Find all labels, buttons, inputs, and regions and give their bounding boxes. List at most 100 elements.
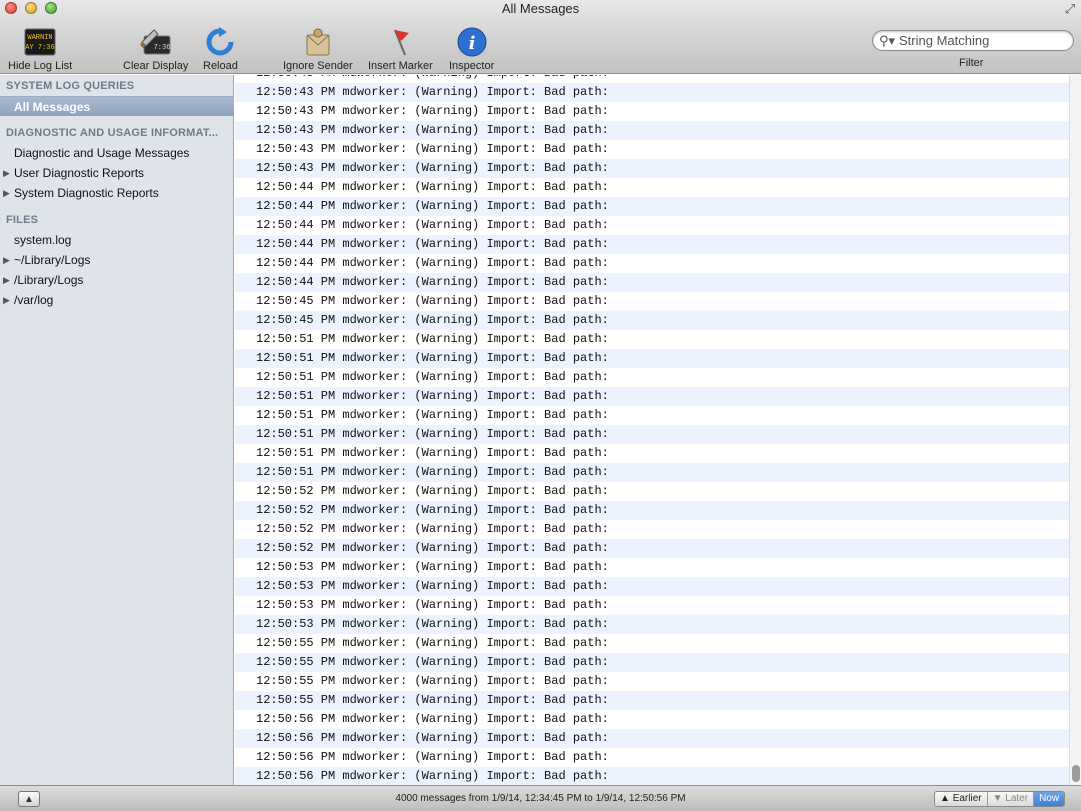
sidebar-item-var-log[interactable]: ▶ /var/log	[0, 290, 234, 310]
log-row[interactable]: 12:50:53 PM mdworker: (Warning) Import: …	[235, 558, 1069, 577]
disclosure-triangle-icon[interactable]: ▶	[3, 250, 10, 270]
log-row[interactable]: 12:50:43 PM mdworker: (Warning) Import: …	[235, 121, 1069, 140]
info-icon: i	[456, 26, 488, 58]
sidebar-item-label: /var/log	[14, 293, 54, 307]
log-row[interactable]: 12:50:55 PM mdworker: (Warning) Import: …	[235, 634, 1069, 653]
sidebar-item-label: System Diagnostic Reports	[14, 186, 159, 200]
console-warning-icon: WARNIN AY 7:36	[24, 26, 56, 58]
log-row[interactable]: 12:50:44 PM mdworker: (Warning) Import: …	[235, 197, 1069, 216]
hide-log-list-label: Hide Log List	[8, 60, 73, 72]
earlier-label: Earlier	[952, 793, 982, 804]
log-row[interactable]: 12:50:56 PM mdworker: (Warning) Import: …	[235, 748, 1069, 767]
log-message-list[interactable]: 12:50:43 PM mdworker: (Warning) Import: …	[235, 75, 1069, 785]
time-navigation: ▲ Earlier ▼ Later Now	[934, 791, 1066, 807]
disclosure-triangle-icon[interactable]: ▶	[3, 290, 10, 310]
log-row[interactable]: 12:50:51 PM mdworker: (Warning) Import: …	[235, 425, 1069, 444]
disclosure-triangle-icon[interactable]: ▶	[3, 183, 10, 203]
log-row[interactable]: 12:50:45 PM mdworker: (Warning) Import: …	[235, 292, 1069, 311]
sidebar-item-user-diagnostic-reports[interactable]: ▶ User Diagnostic Reports	[0, 163, 234, 183]
log-row[interactable]: 12:50:44 PM mdworker: (Warning) Import: …	[235, 178, 1069, 197]
sidebar-item-user-library-logs[interactable]: ▶ ~/Library/Logs	[0, 250, 234, 270]
log-row[interactable]: 12:50:53 PM mdworker: (Warning) Import: …	[235, 577, 1069, 596]
disclosure-triangle-icon[interactable]: ▶	[3, 270, 10, 290]
log-row[interactable]: 12:50:52 PM mdworker: (Warning) Import: …	[235, 539, 1069, 558]
clear-display-button[interactable]: 7:36 Clear Display	[123, 26, 188, 72]
status-bar: ▲ 4000 messages from 1/9/14, 12:34:45 PM…	[0, 785, 1081, 811]
log-row[interactable]: 12:50:44 PM mdworker: (Warning) Import: …	[235, 216, 1069, 235]
sidebar-item-label: system.log	[14, 233, 72, 247]
reload-button[interactable]: Reload	[203, 26, 238, 72]
warning-icon-text-bottom: AY 7:36	[25, 44, 54, 52]
section-header-queries: SYSTEM LOG QUERIES	[6, 80, 135, 92]
filter-label: Filter	[959, 57, 984, 69]
log-row[interactable]: 12:50:53 PM mdworker: (Warning) Import: …	[235, 615, 1069, 634]
sidebar-item-library-logs[interactable]: ▶ /Library/Logs	[0, 270, 234, 290]
log-row[interactable]: 12:50:56 PM mdworker: (Warning) Import: …	[235, 729, 1069, 748]
reload-icon	[204, 26, 236, 58]
earlier-button[interactable]: ▲ Earlier	[935, 792, 988, 806]
log-row[interactable]: 12:50:56 PM mdworker: (Warning) Import: …	[235, 767, 1069, 785]
toolbar: All Messages ⤢ WARNIN AY 7:36 Hide Log L…	[0, 0, 1081, 74]
log-row[interactable]: 12:50:55 PM mdworker: (Warning) Import: …	[235, 653, 1069, 672]
log-row[interactable]: 12:50:51 PM mdworker: (Warning) Import: …	[235, 330, 1069, 349]
disclosure-triangle-icon[interactable]: ▶	[3, 163, 10, 183]
log-row[interactable]: 12:50:52 PM mdworker: (Warning) Import: …	[235, 501, 1069, 520]
log-row[interactable]: 12:50:55 PM mdworker: (Warning) Import: …	[235, 691, 1069, 710]
clear-display-icon: 7:36	[139, 26, 172, 58]
log-row[interactable]: 12:50:51 PM mdworker: (Warning) Import: …	[235, 387, 1069, 406]
log-row[interactable]: 12:50:53 PM mdworker: (Warning) Import: …	[235, 596, 1069, 615]
later-button[interactable]: ▼ Later	[987, 792, 1035, 806]
log-row[interactable]: 12:50:51 PM mdworker: (Warning) Import: …	[235, 368, 1069, 387]
sidebar-item-label: All Messages	[14, 100, 91, 114]
log-row[interactable]: 12:50:51 PM mdworker: (Warning) Import: …	[235, 444, 1069, 463]
hide-log-list-button[interactable]: WARNIN AY 7:36 Hide Log List	[8, 26, 72, 72]
ignore-sender-label: Ignore Sender	[283, 60, 353, 72]
log-row[interactable]: 12:50:43 PM mdworker: (Warning) Import: …	[235, 83, 1069, 102]
log-row[interactable]: 12:50:43 PM mdworker: (Warning) Import: …	[235, 140, 1069, 159]
log-row[interactable]: 12:50:43 PM mdworker: (Warning) Import: …	[235, 75, 1069, 83]
now-label: Now	[1039, 793, 1060, 804]
sidebar-item-label: /Library/Logs	[14, 273, 84, 287]
svg-text:i: i	[468, 33, 475, 54]
fullscreen-icon[interactable]: ⤢	[1063, 2, 1077, 16]
warning-icon-text-top: WARNIN	[28, 34, 53, 42]
log-row[interactable]: 12:50:55 PM mdworker: (Warning) Import: …	[235, 672, 1069, 691]
log-row[interactable]: 12:50:51 PM mdworker: (Warning) Import: …	[235, 463, 1069, 482]
log-row[interactable]: 12:50:56 PM mdworker: (Warning) Import: …	[235, 710, 1069, 729]
sidebar-item-diagnostic-messages[interactable]: Diagnostic and Usage Messages	[0, 143, 234, 163]
insert-marker-button[interactable]: Insert Marker	[368, 26, 433, 72]
filter-search-input[interactable]	[899, 33, 1069, 48]
now-button[interactable]: Now	[1034, 792, 1065, 806]
log-row[interactable]: 12:50:43 PM mdworker: (Warning) Import: …	[235, 102, 1069, 121]
scrollbar-thumb[interactable]	[1072, 765, 1080, 782]
log-row[interactable]: 12:50:44 PM mdworker: (Warning) Import: …	[235, 235, 1069, 254]
vertical-scrollbar[interactable]	[1069, 75, 1081, 785]
sidebar-item-label: ~/Library/Logs	[14, 253, 91, 267]
window-title: All Messages	[501, 1, 580, 16]
log-row[interactable]: 12:50:51 PM mdworker: (Warning) Import: …	[235, 349, 1069, 368]
sidebar-item-all-messages[interactable]: All Messages	[0, 96, 234, 116]
clear-display-label: Clear Display	[123, 60, 189, 72]
ignore-sender-icon	[302, 26, 334, 58]
log-row[interactable]: 12:50:44 PM mdworker: (Warning) Import: …	[235, 254, 1069, 273]
log-row[interactable]: 12:50:52 PM mdworker: (Warning) Import: …	[235, 520, 1069, 539]
log-row[interactable]: 12:50:52 PM mdworker: (Warning) Import: …	[235, 482, 1069, 501]
insert-marker-label: Insert Marker	[368, 60, 433, 72]
later-label: Later	[1005, 793, 1029, 804]
log-row[interactable]: 12:50:44 PM mdworker: (Warning) Import: …	[235, 273, 1069, 292]
search-icon: ⚲▾	[879, 32, 896, 48]
inspector-button[interactable]: i Inspector	[449, 26, 494, 72]
sidebar-item-system-log[interactable]: system.log	[0, 230, 234, 250]
reload-label: Reload	[203, 60, 238, 72]
filter-search-field[interactable]: ⚲▾	[872, 30, 1074, 51]
clear-icon-text: 7:36	[153, 44, 170, 52]
message-count-summary: 4000 messages from 1/9/14, 12:34:45 PM t…	[395, 793, 686, 804]
flag-icon	[384, 26, 416, 58]
log-list-sidebar: SYSTEM LOG QUERIES All Messages DIAGNOST…	[0, 75, 234, 785]
ignore-sender-button[interactable]: Ignore Sender	[283, 26, 353, 72]
sidebar-item-label: User Diagnostic Reports	[14, 166, 145, 180]
log-row[interactable]: 12:50:51 PM mdworker: (Warning) Import: …	[235, 406, 1069, 425]
log-row[interactable]: 12:50:43 PM mdworker: (Warning) Import: …	[235, 159, 1069, 178]
log-row[interactable]: 12:50:45 PM mdworker: (Warning) Import: …	[235, 311, 1069, 330]
sidebar-item-system-diagnostic-reports[interactable]: ▶ System Diagnostic Reports	[0, 183, 234, 203]
